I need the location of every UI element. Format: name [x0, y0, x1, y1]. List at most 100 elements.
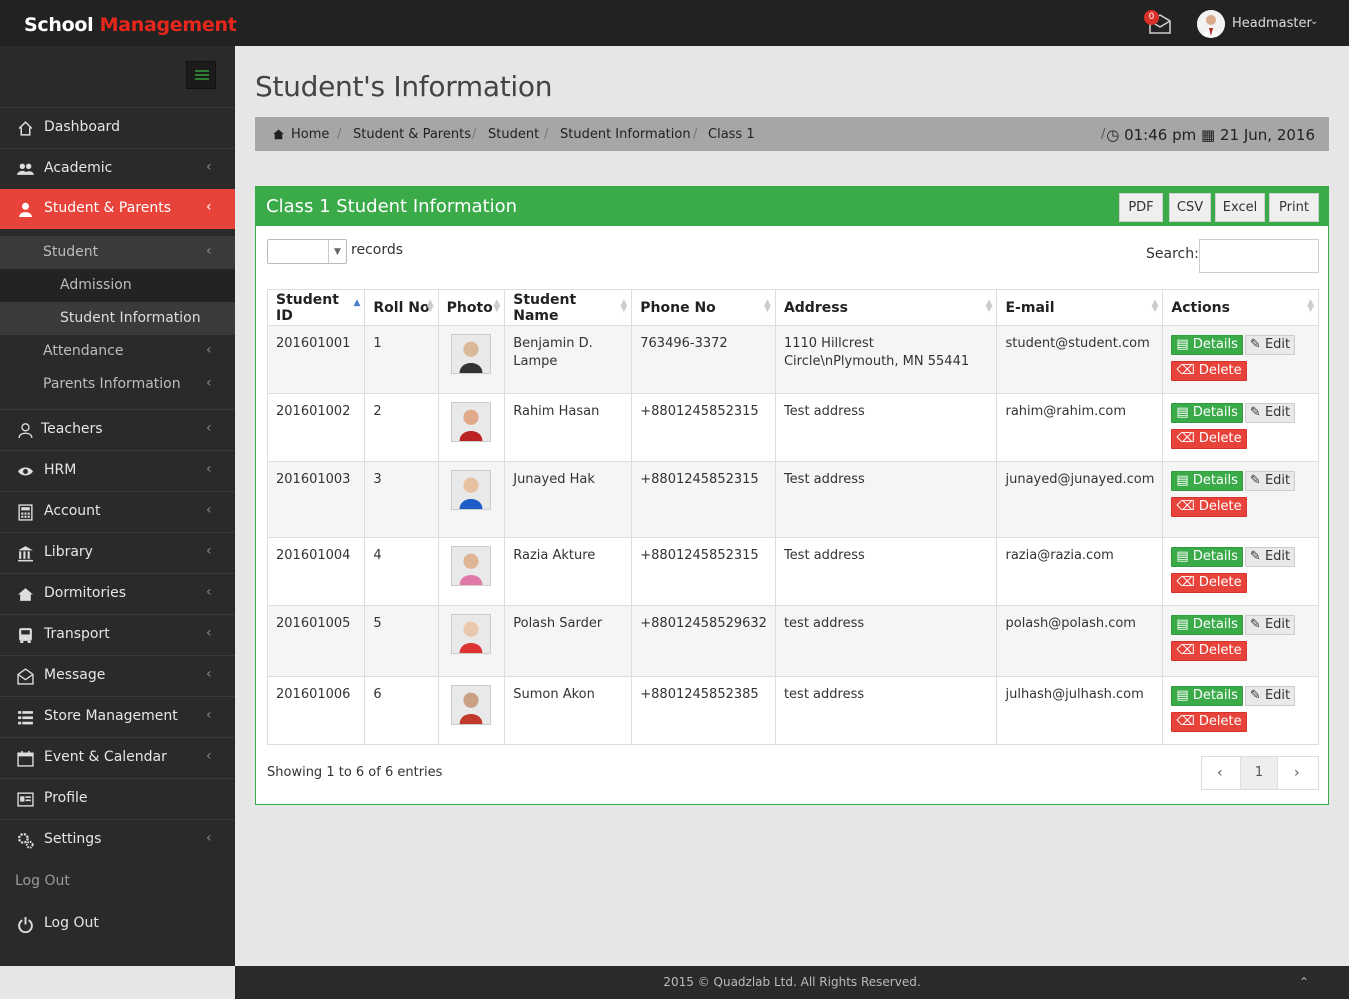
delete-button[interactable]: ⌫ Delete [1171, 429, 1247, 449]
sidebar-item-event-calendar[interactable]: Event & Calendar ‹ [0, 737, 235, 777]
sidebar-item-dashboard[interactable]: Dashboard [0, 107, 235, 147]
column-header[interactable]: Actions ▲ ▼ [1162, 289, 1319, 326]
excel-export-button[interactable]: Excel [1215, 193, 1265, 222]
sidebar-item-logout[interactable]: Log Out [0, 904, 235, 944]
chevron-left-icon: ‹ [206, 707, 212, 723]
search-label: Search: [1146, 246, 1199, 262]
column-header[interactable]: Phone No ▲ ▼ [631, 289, 776, 326]
sidebar-item-store-management[interactable]: Store Management ‹ [0, 696, 235, 736]
sidebar-item-dormitories[interactable]: Dormitories ‹ [0, 573, 235, 613]
edit-icon: ✎ [1249, 337, 1261, 352]
sidebar-item-library[interactable]: Library ‹ [0, 532, 235, 572]
student-photo[interactable] [451, 685, 492, 725]
sidebar-subitem-admission[interactable]: Admission [0, 269, 235, 302]
next-page-button[interactable]: › [1294, 765, 1300, 781]
sidebar-subitem-attendance[interactable]: Attendance ‹ [0, 335, 235, 368]
sidebar-item-hrm[interactable]: HRM ‹ [0, 450, 235, 490]
details-button[interactable]: ▤ Details [1171, 471, 1243, 491]
breadcrumb-home[interactable]: Home [291, 127, 329, 142]
trash-icon: ⌫ [1176, 431, 1195, 446]
phone-cell: +8801245852315 [631, 461, 776, 538]
csv-export-button[interactable]: CSV [1169, 193, 1211, 222]
column-header[interactable]: Student ID ▲ [266, 289, 366, 326]
sidebar-item-label: Teachers [41, 421, 103, 437]
print-button[interactable]: Print [1269, 193, 1319, 222]
chevron-left-icon: ‹ [206, 666, 212, 682]
details-button[interactable]: ▤ Details [1171, 335, 1243, 355]
details-button[interactable]: ▤ Details [1171, 403, 1243, 423]
chevron-left-icon: ‹ [206, 830, 212, 846]
breadcrumb-separator: / [544, 127, 549, 142]
photo-cell [437, 605, 506, 677]
column-header[interactable]: Roll No ▲ ▼ [364, 289, 439, 326]
page-title: Student's Information [255, 70, 553, 103]
student-photo[interactable] [451, 546, 492, 586]
sidebar-subitem-student-information[interactable]: Student Information [0, 302, 235, 335]
sidebar-item-teachers[interactable]: Teachers ‹ [0, 409, 235, 449]
edit-button[interactable]: ✎ Edit [1244, 403, 1296, 423]
edit-button[interactable]: ✎ Edit [1244, 335, 1296, 355]
roll-cell: 4 [364, 537, 439, 606]
sidebar-subitem-student[interactable]: Student ‹ [0, 236, 235, 269]
delete-button[interactable]: ⌫ Delete [1171, 497, 1247, 517]
sidebar-item-account[interactable]: Account ‹ [0, 491, 235, 531]
sidebar-item-settings[interactable]: Settings ‹ [0, 819, 235, 859]
edit-icon: ✎ [1249, 617, 1261, 632]
address-cell: Test address [774, 393, 998, 462]
edit-button[interactable]: ✎ Edit [1244, 547, 1296, 567]
chevron-left-icon: ‹ [206, 584, 212, 600]
delete-button[interactable]: ⌫ Delete [1171, 641, 1247, 661]
breadcrumb-student-information[interactable]: Student Information [560, 127, 691, 142]
edit-button[interactable]: ✎ Edit [1244, 615, 1296, 635]
edit-icon: ✎ [1249, 473, 1261, 488]
actions-cell: ▤ Details ✎ Edit ⌫ Delete [1162, 676, 1319, 745]
chevron-left-icon: ‹ [206, 199, 212, 215]
avatar[interactable] [1197, 10, 1225, 38]
column-header[interactable]: Photo ▲ ▼ [437, 289, 506, 326]
email-cell: rahim@rahim.com [996, 393, 1164, 462]
student-photo[interactable] [451, 614, 492, 654]
sidebar-logout-link[interactable]: Log Out [15, 873, 70, 889]
breadcrumb-student-parents[interactable]: Student & Parents [353, 127, 471, 142]
delete-button[interactable]: ⌫ Delete [1171, 361, 1247, 381]
sidebar-item-academic[interactable]: Academic ‹ [0, 148, 235, 188]
student-photo[interactable] [451, 470, 492, 510]
details-button[interactable]: ▤ Details [1171, 547, 1243, 567]
trash-icon: ⌫ [1176, 363, 1195, 378]
column-header[interactable]: Student Name ▲ ▼ [504, 289, 633, 326]
table-row: 201601003 3 Junayed Hak +8801245852315 Test … [266, 461, 1319, 538]
sidebar-item-label: Student [43, 244, 99, 260]
sidebar-item-transport[interactable]: Transport ‹ [0, 614, 235, 654]
search-input[interactable] [1199, 239, 1319, 273]
sidebar-item-student-parents[interactable]: Student & Parents ‹ [0, 189, 235, 229]
panel-header: Class 1 Student Information PDF CSV Exce… [256, 187, 1328, 226]
column-header[interactable]: E-mail ▲ ▼ [996, 289, 1164, 326]
email-cell: razia@razia.com [996, 537, 1164, 606]
brand-logo[interactable]: School Management [24, 14, 237, 36]
details-button[interactable]: ▤ Details [1171, 686, 1243, 706]
edit-button[interactable]: ✎ Edit [1244, 686, 1296, 706]
chevron-up-icon[interactable]: ⌃ [1299, 966, 1309, 999]
records-per-page-select[interactable]: ▼ [267, 239, 347, 264]
delete-button[interactable]: ⌫ Delete [1171, 712, 1247, 732]
prev-page-button[interactable]: ‹ [1217, 765, 1223, 781]
student-photo[interactable] [451, 334, 492, 374]
column-header[interactable]: Address ▲ ▼ [774, 289, 998, 326]
table-row: 201601005 5 Polash Sarder +88012458529632 te… [266, 605, 1319, 677]
table-row: 201601006 6 Sumon Akon +8801245852385 test a… [266, 676, 1319, 745]
sidebar-item-message[interactable]: Message ‹ [0, 655, 235, 695]
sidebar-item-profile[interactable]: Profile [0, 778, 235, 818]
phone-cell: +8801245852385 [631, 676, 776, 745]
student-photo[interactable] [451, 402, 492, 442]
edit-button[interactable]: ✎ Edit [1244, 471, 1296, 491]
sidebar-subitem-parents-information[interactable]: Parents Information ‹ [0, 368, 235, 401]
user-name[interactable]: Headmaster [1232, 16, 1312, 31]
pdf-export-button[interactable]: PDF [1119, 193, 1163, 222]
menu-toggle-icon[interactable] [186, 61, 216, 89]
breadcrumb-student[interactable]: Student [488, 127, 539, 142]
delete-button[interactable]: ⌫ Delete [1171, 573, 1247, 593]
page-number-button[interactable]: 1 [1240, 757, 1278, 789]
chevron-down-icon[interactable]: ⌄ [1310, 16, 1318, 27]
details-button[interactable]: ▤ Details [1171, 615, 1243, 635]
file-icon: ▤ [1176, 688, 1189, 703]
